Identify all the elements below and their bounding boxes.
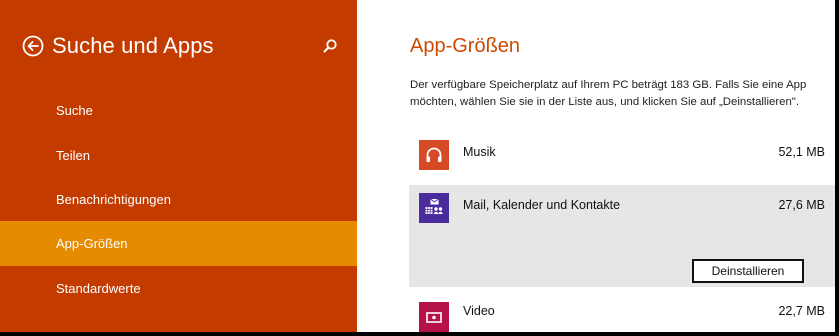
uninstall-button[interactable]: Deinstallieren (692, 259, 804, 283)
description-line-2: möchten, wählen Sie sie in der Liste aus… (410, 96, 800, 108)
app-name: Mail, Kalender und Kontakte (463, 198, 621, 212)
app-tile-mail (419, 193, 449, 223)
app-row-musik[interactable]: Musik 52,1 MB (409, 133, 835, 179)
description-line-1: Der verfügbare Speicherplatz auf Ihrem P… (410, 79, 807, 91)
app-size: 22,7 MB (778, 304, 825, 318)
app-size: 27,6 MB (778, 198, 825, 212)
sidebar-title: Suche und Apps (52, 33, 214, 58)
app-name: Musik (463, 145, 496, 159)
sidebar-item-teilen[interactable]: Teilen (0, 133, 357, 178)
sidebar-header: Suche und Apps (22, 31, 214, 61)
settings-window: Suche und Apps Suche Teilen Benachrichti… (0, 0, 835, 332)
sidebar-item-benachrichtigungen[interactable]: Benachrichtigungen (0, 177, 357, 222)
sidebar-item-suche[interactable]: Suche (0, 88, 357, 133)
app-tile-video (419, 302, 449, 332)
sidebar-item-app-groessen[interactable]: App-Größen (0, 221, 357, 266)
main-content: App-Größen Der verfügbare Speicherplatz … (357, 0, 835, 332)
mail-calendar-people-icon (425, 198, 443, 214)
app-tile-musik (419, 140, 449, 170)
back-arrow-icon[interactable] (22, 35, 44, 57)
app-row-mail-kalender-kontakte[interactable]: Mail, Kalender und Kontakte 27,6 MB Dein… (409, 185, 835, 287)
storage-description: Der verfügbare Speicherplatz auf Ihrem P… (410, 77, 835, 111)
page-title: App-Größen (410, 35, 521, 57)
headphones-icon (426, 147, 442, 162)
app-row-video[interactable]: Video 22,7 MB (409, 292, 835, 332)
sidebar-item-standardwerte[interactable]: Standardwerte (0, 266, 357, 311)
sidebar: Suche und Apps Suche Teilen Benachrichti… (0, 0, 357, 332)
video-icon (426, 312, 442, 323)
search-icon[interactable] (322, 38, 338, 54)
app-size: 52,1 MB (778, 145, 825, 159)
app-name: Video (463, 304, 495, 318)
